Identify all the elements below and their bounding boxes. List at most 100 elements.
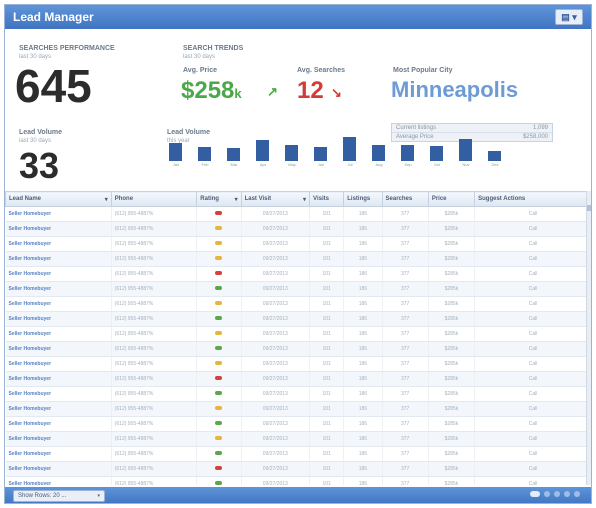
sort-icon[interactable]: ▾	[303, 196, 306, 203]
table-row[interactable]: Seller Homebuyer (612) 955-4887% 09/27/201…	[5, 266, 591, 282]
lead-name-link[interactable]: Seller Homebuyer	[5, 221, 112, 237]
table-row[interactable]: Seller Homebuyer (612) 955-4887% 09/27/201…	[5, 431, 591, 447]
searches-cell: 377	[382, 266, 429, 282]
listings-cell: 186	[343, 266, 383, 282]
visits-cell: 101	[309, 386, 345, 402]
table-row[interactable]: Seller Homebuyer (612) 955-4887% 09/27/201…	[5, 401, 591, 417]
listings-cell: 186	[343, 281, 383, 297]
rating-indicator-icon	[215, 421, 223, 425]
column-header[interactable]: Lead Name ▾	[5, 191, 112, 207]
pager	[530, 491, 580, 497]
visits-cell: 101	[309, 296, 345, 312]
column-header[interactable]: Rating ▾	[196, 191, 242, 207]
table-row[interactable]: Seller Homebuyer (612) 955-4887% 09/27/201…	[5, 281, 591, 297]
lead-name-link[interactable]: Seller Homebuyer	[5, 416, 112, 432]
table-row[interactable]: Seller Homebuyer (612) 955-4887% 09/27/201…	[5, 206, 591, 222]
lead-name-link[interactable]: Seller Homebuyer	[5, 281, 112, 297]
table-row[interactable]: Seller Homebuyer (612) 955-4887% 09/27/201…	[5, 251, 591, 267]
bar-oct	[430, 146, 443, 161]
lead-name-link[interactable]: Seller Homebuyer	[5, 236, 112, 252]
column-header[interactable]: Searches	[381, 191, 429, 207]
rating-indicator-icon	[215, 436, 223, 440]
column-header[interactable]: Suggest Actions	[474, 191, 591, 207]
column-header[interactable]: Visits	[309, 191, 345, 207]
last-cell: 09/27/2013	[241, 341, 311, 357]
last-cell: 09/27/2013	[241, 221, 311, 237]
last-cell: 09/27/2013	[241, 311, 311, 327]
listings-cell: 186	[343, 461, 383, 477]
price-cell: $285k	[428, 476, 476, 485]
bar-label: Jan	[172, 162, 180, 167]
searches-cell: 377	[382, 371, 429, 387]
rating-cell	[196, 236, 242, 252]
table-row[interactable]: Seller Homebuyer (612) 955-4887% 09/27/201…	[5, 476, 591, 485]
page-dot[interactable]	[530, 491, 540, 497]
table-row[interactable]: Seller Homebuyer (612) 955-4887% 09/27/201…	[5, 446, 591, 462]
action-cell: Call	[474, 311, 591, 327]
action-cell: Call	[474, 326, 591, 342]
lead-name-link[interactable]: Seller Homebuyer	[5, 371, 112, 387]
table-row[interactable]: Seller Homebuyer (612) 955-4887% 09/27/201…	[5, 236, 591, 252]
column-header[interactable]: Phone	[110, 191, 198, 207]
rating-cell	[196, 446, 242, 462]
lead-name-link[interactable]: Seller Homebuyer	[5, 341, 112, 357]
page-dot[interactable]	[574, 491, 580, 497]
last-cell: 09/27/2013	[241, 476, 311, 485]
leads-table: Lead Name ▾ Phone Rating ▾ Last Visit ▾ Visits L…	[5, 191, 591, 485]
table-row[interactable]: Seller Homebuyer (612) 955-4887% 09/27/201…	[5, 386, 591, 402]
lead-name-link[interactable]: Seller Homebuyer	[5, 206, 112, 222]
rows-per-page-dropdown[interactable]: Show Rows: 20 ... ▾	[13, 490, 105, 502]
column-header[interactable]: Last Visit ▾	[240, 191, 311, 207]
table-row[interactable]: Seller Homebuyer (612) 955-4887% 09/27/201…	[5, 371, 591, 387]
bar-label: Jun	[317, 162, 325, 167]
rating-indicator-icon	[215, 451, 223, 455]
page-dot[interactable]	[564, 491, 570, 497]
dashboard-panel: SEARCHES PERFORMANCE last 30 days 645 SE…	[5, 29, 591, 192]
listings-cell: 186	[343, 431, 383, 447]
lead-name-link[interactable]: Seller Homebuyer	[5, 386, 112, 402]
table-row[interactable]: Seller Homebuyer (612) 955-4887% 09/27/201…	[5, 311, 591, 327]
searches-cell: 377	[382, 296, 429, 312]
table-row[interactable]: Seller Homebuyer (612) 955-4887% 09/27/201…	[5, 221, 591, 237]
rating-indicator-icon	[215, 361, 223, 365]
table-row[interactable]: Seller Homebuyer (612) 955-4887% 09/27/201…	[5, 326, 591, 342]
visits-cell: 101	[309, 221, 345, 237]
lead-name-link[interactable]: Seller Homebuyer	[5, 296, 112, 312]
lead-name-link[interactable]: Seller Homebuyer	[5, 446, 112, 462]
table-row[interactable]: Seller Homebuyer (612) 955-4887% 09/27/201…	[5, 356, 591, 372]
city-stat-row: Current listings 1,099	[392, 124, 552, 132]
sort-icon[interactable]: ▾	[105, 196, 108, 203]
lead-name-link[interactable]: Seller Homebuyer	[5, 251, 112, 267]
column-header[interactable]: Price	[427, 191, 476, 207]
bar-may	[285, 144, 298, 161]
page-dot[interactable]	[554, 491, 560, 497]
rating-cell	[196, 476, 242, 485]
lead-name-link[interactable]: Seller Homebuyer	[5, 311, 112, 327]
page-dot[interactable]	[544, 491, 550, 497]
column-header[interactable]: Listings	[343, 191, 383, 207]
window-menu-button[interactable]: ▤ ▾	[555, 9, 583, 25]
table-row[interactable]: Seller Homebuyer (612) 955-4887% 09/27/201…	[5, 461, 591, 477]
lead-name-link[interactable]: Seller Homebuyer	[5, 431, 112, 447]
last-cell: 09/27/2013	[241, 296, 311, 312]
lead-name-link[interactable]: Seller Homebuyer	[5, 266, 112, 282]
phone-cell: (612) 955-4887%	[111, 281, 198, 297]
vertical-scrollbar[interactable]	[586, 191, 591, 485]
scrollbar-thumb[interactable]	[587, 205, 591, 211]
listings-cell: 186	[343, 371, 383, 387]
rating-indicator-icon	[215, 301, 223, 305]
table-row[interactable]: Seller Homebuyer (612) 955-4887% 09/27/201…	[5, 341, 591, 357]
lead-name-link[interactable]: Seller Homebuyer	[5, 476, 112, 485]
lead-name-link[interactable]: Seller Homebuyer	[5, 401, 112, 417]
phone-cell: (612) 955-4887%	[111, 236, 198, 252]
rating-cell	[196, 341, 242, 357]
lead-name-link[interactable]: Seller Homebuyer	[5, 461, 112, 477]
lead-name-link[interactable]: Seller Homebuyer	[5, 356, 112, 372]
lead-name-link[interactable]: Seller Homebuyer	[5, 326, 112, 342]
sort-icon[interactable]: ▾	[235, 196, 238, 203]
search-trends-sub: last 30 days	[183, 54, 216, 60]
rating-indicator-icon	[215, 481, 223, 485]
table-row[interactable]: Seller Homebuyer (612) 955-4887% 09/27/201…	[5, 416, 591, 432]
table-row[interactable]: Seller Homebuyer (612) 955-4887% 09/27/201…	[5, 296, 591, 312]
price-cell: $285k	[428, 461, 476, 477]
